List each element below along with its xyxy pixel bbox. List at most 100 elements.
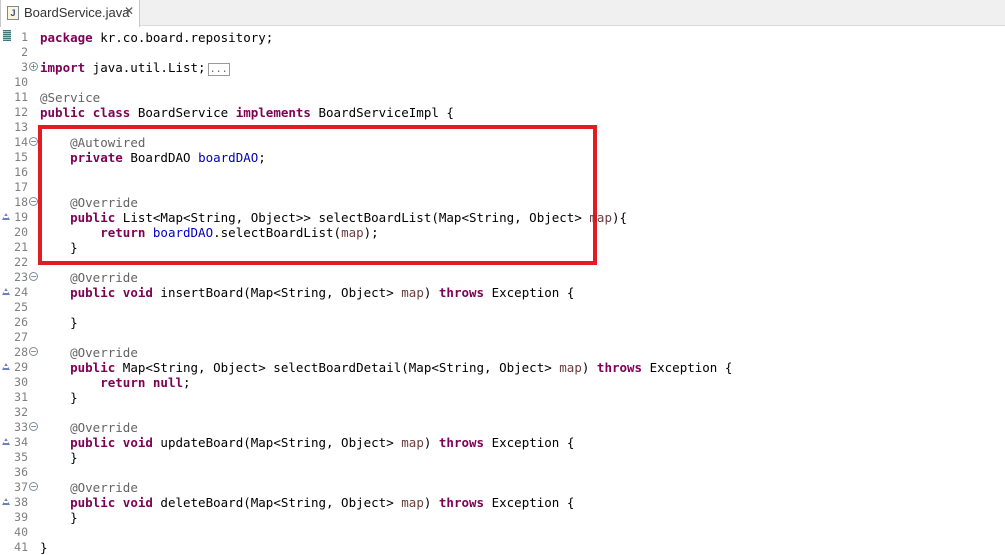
code-token: @Override [70,195,138,210]
override-marker-icon[interactable] [2,363,10,370]
close-icon[interactable]: ✕ [124,4,134,18]
code-text: @Override [40,195,138,210]
collapse-fold-icon[interactable]: − [29,197,38,206]
override-marker-icon[interactable] [2,498,10,505]
code-token: @Override [70,420,138,435]
code-line[interactable]: 32 [0,405,1005,420]
code-token: implements [235,105,311,120]
expand-fold-icon[interactable]: + [29,62,38,71]
code-line[interactable]: 1 package kr.co.board.repository; [0,30,1005,45]
line-number: 32 [14,405,28,419]
line-number: 23 [14,270,28,284]
code-line[interactable]: 37− @Override [0,480,1005,495]
code-line[interactable]: 13 [0,120,1005,135]
code-text: } [40,240,78,255]
line-number: 22 [14,255,28,269]
line-number: 17 [14,180,28,194]
code-token: java.util.List; [85,60,206,75]
code-token: public [70,360,116,375]
code-line[interactable]: 40 [0,525,1005,540]
override-marker-icon[interactable] [2,288,10,295]
code-token: BoardDAO [122,150,199,165]
code-line[interactable]: 29 public Map<String, Object> selectBoar… [0,360,1005,375]
collapse-fold-icon[interactable]: − [29,482,38,491]
code-token: ) [423,495,439,510]
code-token: } [40,390,78,405]
code-line[interactable]: 16 [0,165,1005,180]
code-token: void [122,285,153,300]
collapse-fold-icon[interactable]: − [29,422,38,431]
code-line[interactable]: 15 private BoardDAO boardDAO; [0,150,1005,165]
override-marker-icon[interactable] [2,213,10,220]
code-line[interactable]: 27 [0,330,1005,345]
code-token: throws [438,435,485,450]
code-token: throws [438,285,485,300]
code-line[interactable]: 23− @Override [0,270,1005,285]
code-line[interactable]: 11 @Service [0,90,1005,105]
tab-boardservice-java[interactable]: J BoardService.java ✕ [0,0,140,27]
code-token: return [100,375,146,390]
code-line[interactable]: 33− @Override [0,420,1005,435]
code-line[interactable]: 24 public void insertBoard(Map<String, O… [0,285,1005,300]
code-line[interactable]: 18− @Override [0,195,1005,210]
code-text: public List<Map<String, Object>> selectB… [40,210,627,225]
code-token: @Service [40,90,101,105]
code-text: public class BoardService implements Boa… [40,105,454,120]
code-line[interactable]: 19 public List<Map<String, Object>> sele… [0,210,1005,225]
code-line[interactable]: 22 [0,255,1005,270]
code-token: public [70,285,116,300]
line-number: 1 [21,30,28,44]
code-token: @Override [70,270,138,285]
code-token: ; [258,150,266,165]
collapse-fold-icon[interactable]: − [29,347,38,356]
code-line[interactable]: 34 public void updateBoard(Map<String, O… [0,435,1005,450]
code-token: boardDAO [198,150,259,165]
code-text: } [40,450,78,465]
code-token: Exception { [484,495,575,510]
code-token: @Override [70,345,138,360]
code-token: } [40,240,78,255]
code-line[interactable]: 2 [0,45,1005,60]
line-number: 40 [14,525,28,539]
code-line[interactable]: 25 [0,300,1005,315]
code-editor[interactable]: 1 package kr.co.board.repository; 2 3 + impor… [0,26,1005,555]
code-token: public [40,105,86,120]
code-token: updateBoard(Map<String, Object> [152,435,402,450]
code-line[interactable]: 36 [0,465,1005,480]
code-line[interactable]: 12 public class BoardService implements B… [0,105,1005,120]
code-text: @Override [40,480,138,495]
code-text: } [40,390,78,405]
code-line[interactable]: 38 public void deleteBoard(Map<String, O… [0,495,1005,510]
code-line[interactable]: 30 return null; [0,375,1005,390]
code-line[interactable]: 20 return boardDAO.selectBoardList(map); [0,225,1005,240]
code-token: ); [363,225,379,240]
code-token: null [152,375,184,390]
code-line[interactable]: 35 } [0,450,1005,465]
code-token: throws [438,495,485,510]
code-token: ){ [611,210,628,225]
collapse-fold-icon[interactable]: − [29,272,38,281]
line-number: 27 [14,330,28,344]
code-line[interactable]: 10 [0,75,1005,90]
code-token: insertBoard(Map<String, Object> [152,285,402,300]
code-line[interactable]: 28− @Override [0,345,1005,360]
override-marker-icon[interactable] [2,438,10,445]
code-line[interactable]: 21 } [0,240,1005,255]
code-line[interactable]: 3 + import java.util.List;... [0,60,1005,76]
collapse-fold-icon[interactable]: − [29,137,38,146]
code-line[interactable]: 39 } [0,510,1005,525]
code-line[interactable]: 31 } [0,390,1005,405]
line-number: 33 [14,420,28,434]
code-line[interactable]: 14− @Autowired [0,135,1005,150]
code-line[interactable]: 26 } [0,315,1005,330]
code-line[interactable]: 17 [0,180,1005,195]
line-number: 18 [14,195,28,209]
